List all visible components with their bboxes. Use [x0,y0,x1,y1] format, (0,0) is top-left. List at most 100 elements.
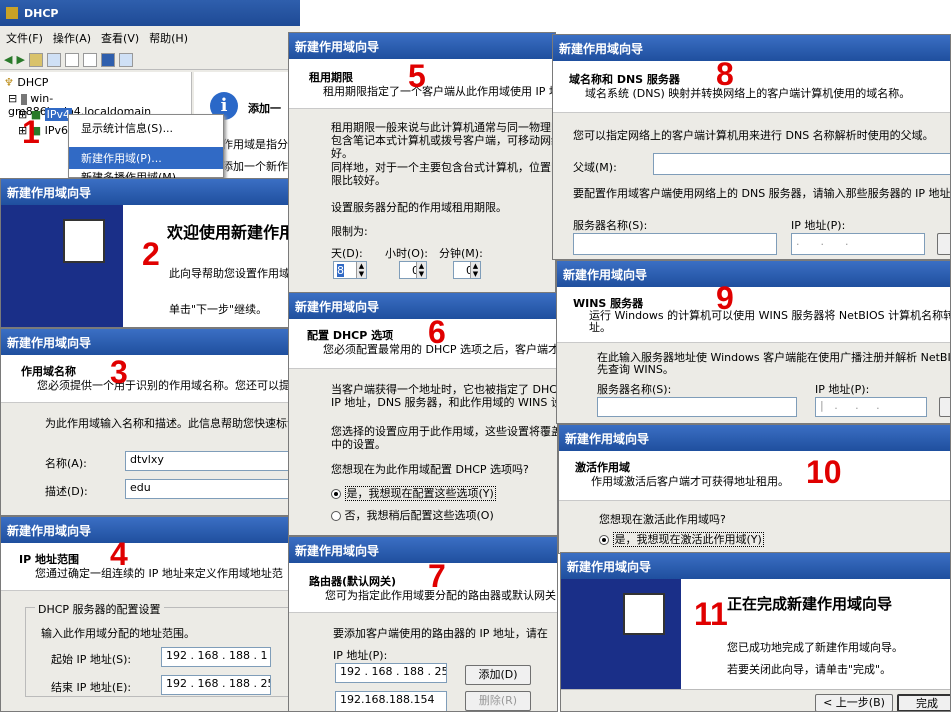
header-subtitle-line2: 址。 [589,321,611,334]
groupbox-label: DHCP 服务器的配置设置 [35,601,164,617]
desc-label: 描述(D): [45,485,88,498]
activate-question: 您想现在激活此作用域吗? [599,513,726,526]
up-icon[interactable] [28,52,43,67]
step-number-6: 6 [428,314,446,350]
radio-selected-icon[interactable] [331,489,341,499]
menu-file[interactable]: 文件(F) [6,30,43,46]
help-icon[interactable] [100,52,115,67]
wizard-header: WINS 服务器 运行 Windows 的计算机可以使用 WINS 服务器将 N… [557,287,950,343]
step-number-3: 3 [110,354,128,390]
wizard-header: 配置 DHCP 选项 您必须配置最常用的 DHCP 选项之后，客户端才 [289,319,557,369]
option-no-radio[interactable]: 否，我想稍后配置这些选项(O) [331,507,494,523]
mmc-title: DHCP [24,6,59,20]
option-yes-radio[interactable]: 是，我想现在配置这些选项(Y) [331,485,496,501]
wizard-ip-range: 新建作用域向导 IP 地址范围 您通过确定一组连续的 IP 地址来定义作用域地址… [0,516,292,712]
scope-name-input[interactable]: dtvlxy [125,451,291,471]
days-value: 8 [337,264,344,277]
name-label: 名称(A): [45,457,87,470]
wizard-banner-image [561,579,681,689]
days-stepper[interactable]: 8 ▲ ▼ [333,261,367,279]
dns-ip-label: IP 地址(P): [791,219,846,232]
start-ip-label: 起始 IP 地址(S): [51,653,132,666]
mmc-menubar: 文件(F) 操作(A) 查看(V) 帮助(H) [0,28,300,48]
parent-domain-input[interactable] [653,153,950,175]
end-ip-input[interactable]: 192 . 168 . 188 . 254 [161,675,271,695]
stepper-arrows-icon[interactable]: ▲ ▼ [416,262,426,278]
context-menu: 显示统计信息(S)... 新建作用域(P)... 新建多播作用域(M)... [68,114,224,184]
welcome-line-2: 单击"下一步"继续。 [169,303,268,316]
step-number-9: 9 [716,280,734,316]
wizard-titlebar: 新建作用域向导 [289,293,557,319]
stepper-arrows-icon[interactable]: ▲ ▼ [470,262,480,278]
wizard-router: 新建作用域向导 路由器(默认网关) 您可为指定此作用域要分配的路由器或默认网关 … [288,536,558,712]
wizard-titlebar: 新建作用域向导 [557,261,950,287]
mmc-toolbar: ◀ ▶ [0,50,300,70]
router-ip-input[interactable]: 192 . 168 . 188 . 254 [335,663,447,683]
wizard-dhcp-options: 新建作用域向导 配置 DHCP 选项 您必须配置最常用的 DHCP 选项之后，客… [288,292,558,536]
forward-icon[interactable]: ▶ [16,53,24,66]
menu-show-stats[interactable]: 显示统计信息(S)... [69,117,223,139]
router-list-item[interactable]: 192.168.188.154 [335,691,447,711]
radio-selected-icon[interactable] [599,535,609,545]
menu-action[interactable]: 操作(A) [53,30,91,46]
finish-button[interactable]: 完成 [897,694,950,711]
minutes-label: 分钟(M): [439,247,483,260]
menu-new-scope[interactable]: 新建作用域(P)... [69,147,223,169]
info-line-2: 添加一个新作" [222,160,294,173]
dns-ip-input[interactable]: . . . [791,233,925,255]
add-router-button[interactable]: 添加(D) [465,665,531,685]
wizard-banner-image [1,205,123,327]
lease-limit-label: 限制为: [331,225,368,238]
show-tree-icon[interactable] [46,52,61,67]
radio-icon[interactable] [331,511,341,521]
mmc-titlebar: DHCP [0,0,300,26]
wizard-header: 激活作用域 作用域激活后客户端才可获得地址租用。 [559,451,950,501]
remove-router-button[interactable]: 删除(R) [465,691,531,711]
dns-servers-intro: 要配置作用域客户端使用网络上的 DNS 服务器，请输入那些服务器的 IP 地址。 [573,187,951,200]
wins-server-name-input[interactable] [597,397,797,417]
menu-help[interactable]: 帮助(H) [149,30,188,46]
properties-icon[interactable] [64,52,79,67]
wizard-footer: < 上一步(B) 完成 [561,689,950,711]
options-p1-line2: IP 地址，DNS 服务器，和此作用域的 WINS 设 [331,396,558,409]
refresh-icon[interactable] [82,52,97,67]
wins-resolve-button[interactable] [939,397,950,417]
view-icon[interactable] [118,52,133,67]
parent-domain-label: 父域(M): [573,161,617,174]
header-subtitle: 您通过确定一组连续的 IP 地址来定义作用域地址范 [35,567,283,580]
router-ip-label: IP 地址(P): [333,649,388,662]
completing-heading: 正在完成新建作用域向导 [727,595,893,613]
folder-icon [63,219,105,263]
wizard-titlebar: 新建作用域向导 [289,537,557,563]
dhcp-node-icon: ♆ [4,76,14,89]
dns-resolve-button[interactable] [937,233,950,255]
wizard-header: 域名称和 DNS 服务器 域名系统 (DNS) 映射并转换网络上的客户端计算机使… [553,61,950,113]
wizard-titlebar: 新建作用域向导 [289,33,555,59]
activate-yes-radio[interactable]: 是，我想现在激活此作用域(Y) [599,531,764,547]
scope-desc-input[interactable]: edu [125,479,291,499]
wizard-scope-name: 新建作用域向导 作用域名称 您必须提供一个用于识别的作用域名称。您还可以提供 为… [0,328,292,516]
router-intro: 要添加客户端使用的路由器的 IP 地址，请在 [333,627,548,640]
start-ip-input[interactable]: 192 . 168 . 188 . 1 [161,647,271,667]
tree-node-dhcp[interactable]: ♆ DHCP [4,76,48,89]
dns-server-name-label: 服务器名称(S): [573,219,648,232]
completing-line-2: 若要关闭此向导，请单击"完成"。 [727,663,892,676]
back-icon[interactable]: ◀ [4,53,12,66]
days-label: 天(D): [331,247,363,260]
back-button[interactable]: < 上一步(B) [815,694,893,711]
hours-stepper[interactable]: 0 ▲▼ [399,261,427,279]
step-number-4: 4 [110,536,128,572]
minutes-stepper[interactable]: 0 ▲▼ [453,261,481,279]
dns-server-name-input[interactable] [573,233,777,255]
wins-ip-input[interactable]: | . . . [815,397,927,417]
scope-name-intro: 为此作用域输入名称和描述。此信息帮助您快速标识 [45,417,292,430]
menu-view[interactable]: 查看(V) [101,30,139,46]
wizard-activate: 新建作用域向导 激活作用域 作用域激活后客户端才可获得地址租用。 您想现在激活此… [558,424,951,554]
wizard-header: 作用域名称 您必须提供一个用于识别的作用域名称。您还可以提供 [1,355,291,403]
wizard-titlebar: 新建作用域向导 [553,35,950,61]
stepper-arrows-icon[interactable]: ▲ ▼ [356,262,366,278]
completing-line-1: 您已成功地完成了新建作用域向导。 [727,641,903,654]
wins-intro-line2: 先查询 WINS。 [597,363,674,376]
wins-ip-label: IP 地址(P): [815,383,870,396]
header-subtitle: 作用域激活后客户端才可获得地址租用。 [591,475,789,488]
